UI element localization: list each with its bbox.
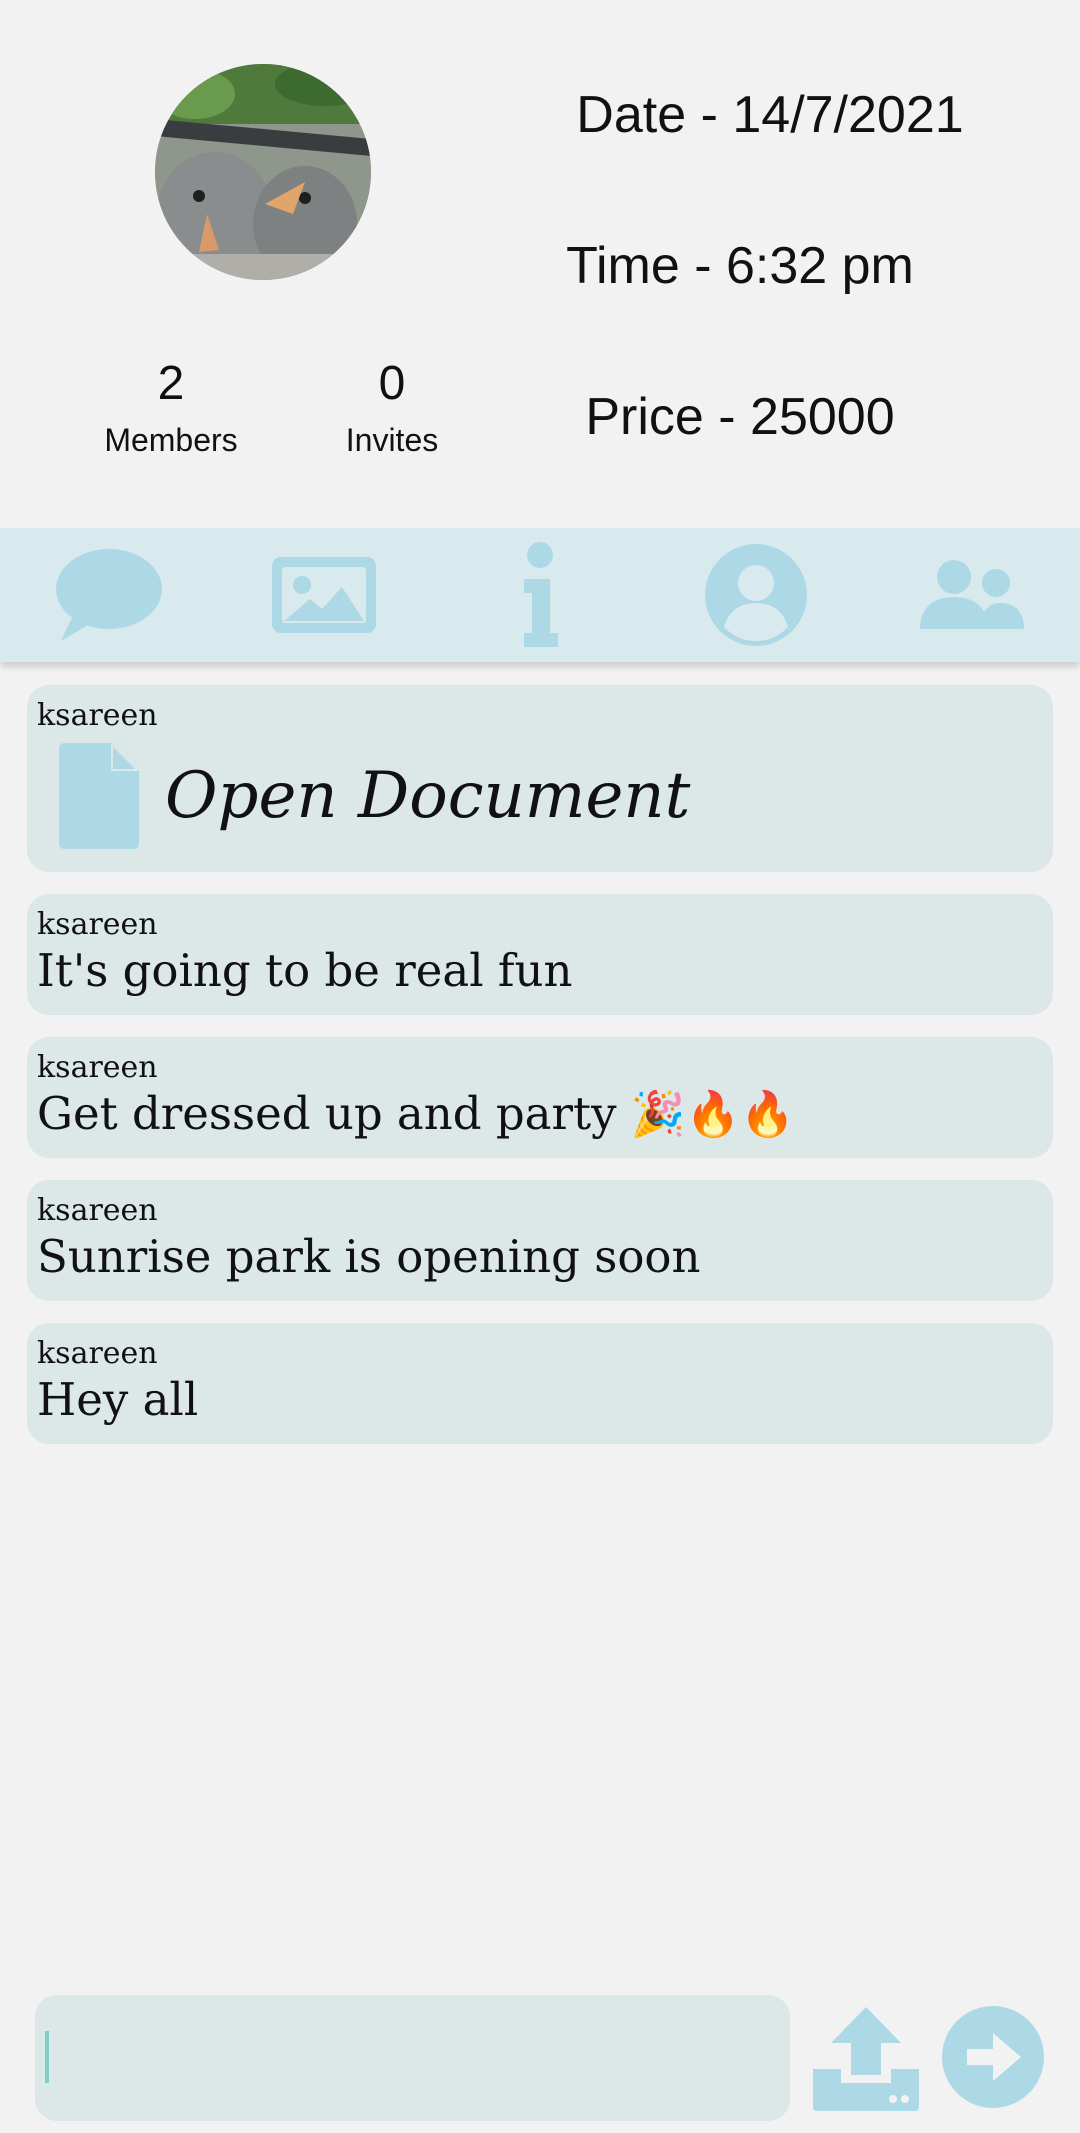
image-icon bbox=[272, 557, 376, 633]
bird-photo bbox=[155, 64, 371, 280]
message-sender: ksareen bbox=[37, 1050, 158, 1085]
message-text: Hey all bbox=[37, 1373, 199, 1426]
message-text: Sunrise park is opening soon bbox=[37, 1230, 701, 1283]
group-avatar[interactable] bbox=[155, 64, 371, 280]
message-sender: ksareen bbox=[37, 907, 158, 942]
invites-label: Invites bbox=[345, 422, 439, 458]
event-date: Date - 14/7/2021 bbox=[576, 86, 964, 144]
event-price: Price - 25000 bbox=[585, 388, 895, 446]
tab-profile[interactable] bbox=[696, 535, 816, 655]
event-time: Time - 6:32 pm bbox=[566, 237, 914, 295]
message-list: ksareen Open Document ksareen It's going… bbox=[27, 685, 1053, 1466]
message-item[interactable]: ksareen Sunrise park is opening soon bbox=[27, 1180, 1053, 1301]
tab-info[interactable] bbox=[480, 535, 600, 655]
tab-chat[interactable] bbox=[48, 535, 168, 655]
invites-stat[interactable]: 0 Invites bbox=[292, 356, 492, 460]
message-sender: ksareen bbox=[37, 698, 158, 733]
message-text: It's going to be real fun bbox=[37, 944, 573, 997]
message-text-row: Get dressed up and party 🎉🔥🔥 bbox=[37, 1085, 1043, 1144]
members-count: 2 bbox=[157, 357, 185, 410]
members-label: Members bbox=[104, 422, 238, 458]
party-fire-emojis: 🎉🔥🔥 bbox=[630, 1089, 796, 1140]
message-item[interactable]: ksareen Open Document bbox=[27, 685, 1053, 872]
text-caret bbox=[45, 2031, 49, 2083]
message-sender: ksareen bbox=[37, 1336, 158, 1371]
message-item[interactable]: ksareen It's going to be real fun bbox=[27, 894, 1053, 1015]
group-header: 2 Members 0 Invites Date - 14/7/2021 Tim… bbox=[0, 0, 1080, 528]
message-item[interactable]: ksareen Hey all bbox=[27, 1323, 1053, 1444]
info-icon bbox=[524, 542, 558, 647]
members-stat[interactable]: 2 Members bbox=[71, 356, 271, 460]
invites-count: 0 bbox=[378, 357, 406, 410]
user-profile-icon bbox=[705, 544, 807, 646]
send-button[interactable] bbox=[941, 2005, 1045, 2109]
upload-icon bbox=[813, 2007, 919, 2111]
upload-button[interactable] bbox=[811, 2003, 921, 2113]
message-input[interactable] bbox=[35, 1995, 790, 2121]
tab-images[interactable] bbox=[264, 535, 384, 655]
send-arrow-icon bbox=[942, 2006, 1044, 2108]
document-title: Open Document bbox=[165, 759, 691, 833]
tab-members[interactable] bbox=[912, 535, 1032, 655]
tab-bar bbox=[0, 528, 1080, 662]
message-item[interactable]: ksareen Get dressed up and party 🎉🔥🔥 bbox=[27, 1037, 1053, 1158]
group-icon bbox=[920, 560, 1024, 629]
chat-bubble-icon bbox=[56, 549, 162, 641]
message-sender: ksareen bbox=[37, 1193, 158, 1228]
message-text: Get dressed up and party bbox=[37, 1087, 617, 1140]
document-icon bbox=[59, 743, 139, 849]
document-link[interactable]: Open Document bbox=[37, 743, 1043, 849]
